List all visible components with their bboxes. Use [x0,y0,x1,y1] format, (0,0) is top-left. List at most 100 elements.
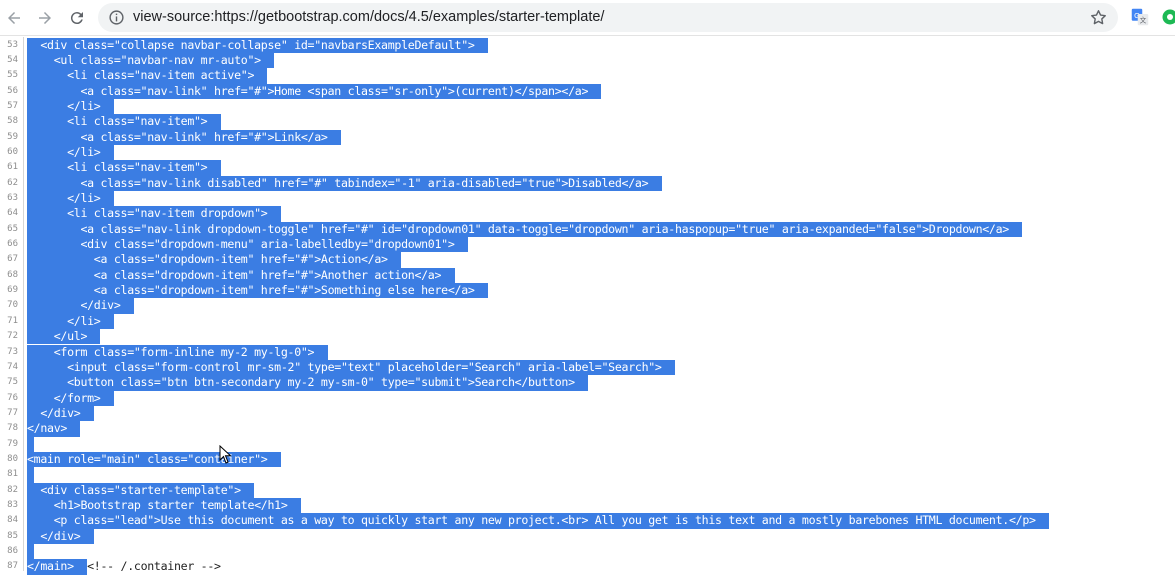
line-code[interactable]: </main> <!-- /.container --> [27,559,221,574]
line-code[interactable]: <div class="starter-template"> [27,483,254,498]
source-line[interactable]: 70 </div> [0,298,1175,313]
selected-text[interactable]: <p class="lead">Use this document as a w… [27,513,1049,528]
line-code[interactable]: </nav> [27,421,80,436]
line-code[interactable]: <main role="main" class="container"> [27,452,281,467]
selected-text[interactable]: </li> [27,99,114,114]
selected-text[interactable] [27,467,34,482]
source-line[interactable]: 67 <a class="dropdown-item" href="#">Act… [0,252,1175,267]
source-line[interactable]: 85 </div> [0,529,1175,544]
selected-text[interactable]: </nav> [27,421,80,436]
line-code[interactable]: <a class="dropdown-item" href="#">Action… [27,252,401,267]
line-code[interactable]: <a class="nav-link dropdown-toggle" href… [27,222,1022,237]
line-code[interactable]: <h1>Bootstrap starter template</h1> [27,498,301,513]
selected-text[interactable]: <h1>Bootstrap starter template</h1> [27,498,301,513]
url-text[interactable]: view-source:https://getbootstrap.com/doc… [133,9,604,25]
source-line[interactable]: 62 <a class="nav-link disabled" href="#"… [0,176,1175,191]
line-code[interactable] [27,467,34,482]
green-extension-icon[interactable] [1161,8,1175,26]
line-code[interactable]: <li class="nav-item"> [27,160,221,175]
selected-text[interactable]: <a class="nav-link dropdown-toggle" href… [27,222,1022,237]
source-line[interactable]: 56 <a class="nav-link" href="#">Home <sp… [0,84,1175,99]
line-code[interactable]: <p class="lead">Use this document as a w… [27,513,1049,528]
selected-text[interactable]: <li class="nav-item"> [27,160,221,175]
line-code[interactable]: <a class="dropdown-item" href="#">Someth… [27,283,488,298]
translate-icon[interactable]: G 文 [1131,8,1149,26]
line-code[interactable]: <div class="collapse navbar-collapse" id… [27,38,488,53]
selected-text[interactable]: </div> [27,298,134,313]
source-line[interactable]: 71 </li> [0,314,1175,329]
source-line[interactable]: 53 <div class="collapse navbar-collapse"… [0,38,1175,53]
source-line[interactable]: 76 </form> [0,391,1175,406]
selected-text[interactable]: <form class="form-inline my-2 my-lg-0"> [27,345,328,360]
source-line[interactable]: 87</main> <!-- /.container --> [0,559,1175,574]
source-line[interactable]: 61 <li class="nav-item"> [0,160,1175,175]
line-code[interactable]: </form> [27,391,114,406]
line-code[interactable]: </div> [27,406,94,421]
source-line[interactable]: 81 [0,467,1175,482]
line-code[interactable]: <form class="form-inline my-2 my-lg-0"> [27,345,328,360]
selected-text[interactable]: </form> [27,391,114,406]
selected-text[interactable]: <a class="nav-link" href="#">Link</a> [27,130,341,145]
line-code[interactable]: <input class="form-control mr-sm-2" type… [27,360,675,375]
source-line[interactable]: 72 </ul> [0,329,1175,344]
back-button[interactable] [2,6,26,30]
selected-text[interactable]: <input class="form-control mr-sm-2" type… [27,360,675,375]
line-code[interactable]: </div> [27,529,94,544]
selected-text[interactable]: <a class="nav-link disabled" href="#" ta… [27,176,662,191]
line-code[interactable] [27,544,34,559]
forward-button[interactable] [33,6,57,30]
source-line[interactable]: 80<main role="main" class="container"> [0,452,1175,467]
source-line[interactable]: 57 </li> [0,99,1175,114]
selected-text[interactable]: </li> [27,145,114,160]
source-line[interactable]: 54 <ul class="navbar-nav mr-auto"> [0,53,1175,68]
source-line[interactable]: 73 <form class="form-inline my-2 my-lg-0… [0,345,1175,360]
source-line[interactable]: 83 <h1>Bootstrap starter template</h1> [0,498,1175,513]
star-icon[interactable] [1089,8,1108,27]
line-code[interactable]: <div class="dropdown-menu" aria-labelled… [27,237,468,252]
html-comment[interactable]: <!-- /.container --> [87,559,221,573]
source-line[interactable]: 69 <a class="dropdown-item" href="#">Som… [0,283,1175,298]
line-code[interactable]: </li> [27,191,114,206]
selected-text[interactable]: <button class="btn btn-secondary my-2 my… [27,375,588,390]
selected-text[interactable]: </main> [27,559,87,574]
selected-text[interactable]: </div> [27,406,94,421]
selected-text[interactable]: <ul class="navbar-nav mr-auto"> [27,53,274,68]
selected-text[interactable]: <div class="collapse navbar-collapse" id… [27,38,488,53]
selected-text[interactable]: </li> [27,314,114,329]
selected-text[interactable]: <div class="starter-template"> [27,483,254,498]
line-code[interactable]: <a class="dropdown-item" href="#">Anothe… [27,268,455,283]
selected-text[interactable]: </ul> [27,329,100,344]
selected-text[interactable]: <a class="dropdown-item" href="#">Action… [27,252,401,267]
address-bar[interactable]: view-source:https://getbootstrap.com/doc… [98,3,1118,32]
selected-text[interactable]: <div class="dropdown-menu" aria-labelled… [27,237,468,252]
source-line[interactable]: 78</nav> [0,421,1175,436]
reload-button[interactable] [65,6,89,30]
source-line[interactable]: 59 <a class="nav-link" href="#">Link</a> [0,130,1175,145]
source-view[interactable]: 53 <div class="collapse navbar-collapse"… [0,37,1175,571]
line-code[interactable]: <ul class="navbar-nav mr-auto"> [27,53,274,68]
info-icon[interactable] [108,9,125,26]
selected-text[interactable] [27,544,34,559]
source-line[interactable]: 60 </li> [0,145,1175,160]
line-code[interactable]: </li> [27,314,114,329]
source-line[interactable]: 86 [0,544,1175,559]
source-line[interactable]: 79 [0,437,1175,452]
line-code[interactable]: <li class="nav-item dropdown"> [27,206,281,221]
selected-text[interactable] [27,437,34,452]
source-line[interactable]: 63 </li> [0,191,1175,206]
line-code[interactable]: <li class="nav-item active"> [27,68,267,83]
line-code[interactable]: <a class="nav-link" href="#">Link</a> [27,130,341,145]
line-code[interactable]: <li class="nav-item"> [27,114,221,129]
source-line[interactable]: 77 </div> [0,406,1175,421]
selected-text[interactable]: <a class="dropdown-item" href="#">Anothe… [27,268,455,283]
selected-text[interactable]: </li> [27,191,114,206]
source-line[interactable]: 82 <div class="starter-template"> [0,483,1175,498]
selected-text[interactable]: <a class="nav-link" href="#">Home <span … [27,84,601,99]
source-line[interactable]: 58 <li class="nav-item"> [0,114,1175,129]
line-code[interactable]: </li> [27,145,114,160]
source-line[interactable]: 55 <li class="nav-item active"> [0,68,1175,83]
selected-text[interactable]: <main role="main" class="container"> [27,452,281,467]
source-line[interactable]: 84 <p class="lead">Use this document as … [0,513,1175,528]
line-code[interactable]: </li> [27,99,114,114]
source-line[interactable]: 74 <input class="form-control mr-sm-2" t… [0,360,1175,375]
